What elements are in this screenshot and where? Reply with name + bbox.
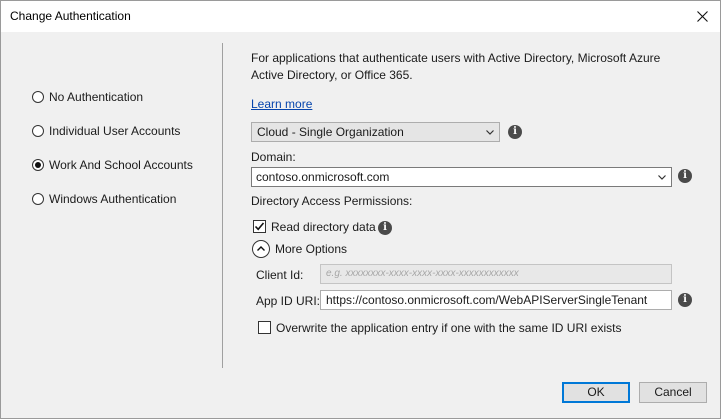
close-button[interactable] — [688, 3, 716, 29]
radio-label: Work And School Accounts — [49, 158, 193, 172]
info-icon[interactable]: i — [678, 293, 692, 307]
radio-button[interactable] — [32, 125, 44, 137]
chevron-down-icon[interactable] — [657, 171, 667, 183]
domain-label: Domain: — [251, 150, 296, 164]
radio-label: No Authentication — [49, 90, 144, 104]
radio-work-and-school-accounts[interactable]: Work And School Accounts — [32, 156, 193, 174]
overwrite-checkbox[interactable] — [258, 321, 271, 334]
close-icon — [696, 10, 708, 22]
domain-value: contoso.onmicrosoft.com — [256, 170, 390, 184]
client-id-label: Client Id: — [256, 268, 304, 282]
radio-button[interactable] — [32, 91, 44, 103]
radio-individual-user-accounts[interactable]: Individual User Accounts — [32, 122, 180, 140]
read-directory-checkbox[interactable] — [253, 220, 266, 233]
info-icon[interactable]: i — [508, 125, 522, 139]
directory-access-label: Directory Access Permissions: — [251, 194, 413, 208]
radio-button[interactable] — [32, 193, 44, 205]
client-id-input: e.g. xxxxxxxx-xxxx-xxxx-xxxx-xxxxxxxxxxx… — [320, 264, 672, 284]
info-icon[interactable]: i — [378, 221, 392, 235]
ok-button[interactable]: OK — [562, 382, 630, 403]
radio-no-authentication[interactable]: No Authentication — [32, 88, 143, 106]
read-directory-label: Read directory data — [271, 220, 376, 234]
description-text: For applications that authenticate users… — [251, 51, 661, 82]
window-title: Change Authentication — [10, 9, 131, 23]
info-icon[interactable]: i — [678, 169, 692, 183]
radio-label: Individual User Accounts — [49, 124, 181, 138]
chevron-down-icon — [486, 130, 494, 135]
learn-more-link[interactable]: Learn more — [251, 97, 312, 111]
vertical-divider — [222, 43, 223, 368]
app-id-uri-label: App ID URI: — [256, 294, 321, 308]
overwrite-label: Overwrite the application entry if one w… — [276, 321, 622, 335]
organization-type-value: Cloud - Single Organization — [257, 125, 404, 139]
title-bar: Change Authentication — [1, 1, 720, 32]
cancel-button[interactable]: Cancel — [639, 382, 707, 403]
domain-combobox[interactable]: contoso.onmicrosoft.com — [251, 167, 672, 187]
radio-windows-authentication[interactable]: Windows Authentication — [32, 190, 176, 208]
checkmark-icon — [254, 222, 265, 231]
chevron-up-icon — [257, 246, 265, 251]
more-options-expander[interactable] — [252, 240, 270, 258]
app-id-uri-input[interactable]: https://contoso.onmicrosoft.com/WebAPISe… — [320, 290, 672, 310]
radio-label: Windows Authentication — [49, 192, 177, 206]
organization-type-select[interactable]: Cloud - Single Organization — [251, 122, 500, 142]
change-authentication-dialog: Change Authentication No Authentication … — [0, 0, 721, 419]
more-options-label[interactable]: More Options — [275, 242, 347, 256]
radio-button[interactable] — [32, 159, 44, 171]
